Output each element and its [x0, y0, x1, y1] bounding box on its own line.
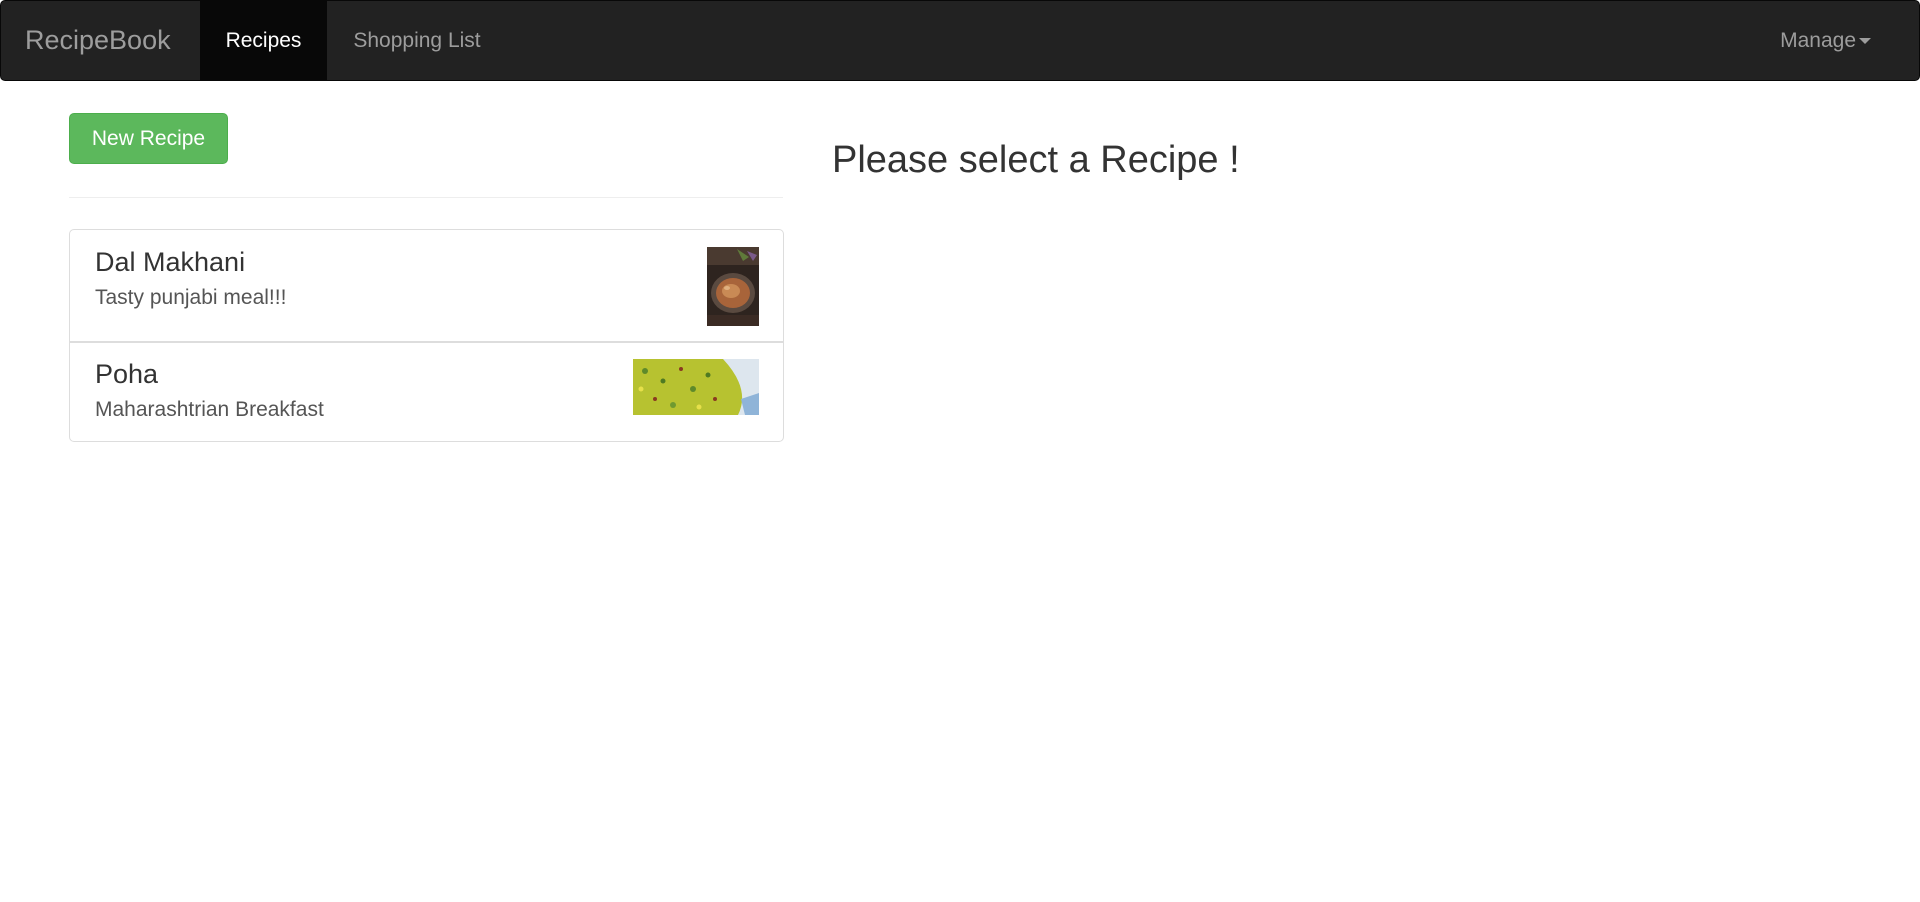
nav-shopping-list[interactable]: Shopping List — [327, 1, 507, 80]
recipe-name: Poha — [95, 359, 159, 389]
recipe-list-item[interactable]: Dal Makhani Tasty punjabi meal!!! — [69, 229, 784, 342]
manage-dropdown[interactable]: Manage — [1780, 1, 1871, 80]
recipe-description: Maharashtrian Breakfast — [95, 398, 324, 421]
manage-label: Manage — [1780, 29, 1856, 52]
navbar: RecipeBook Recipes Shopping List Manage — [0, 0, 1920, 81]
recipe-name: Dal Makhani — [95, 247, 246, 277]
recipe-list-item[interactable]: Poha Maharashtrian Breakfast — [69, 342, 784, 442]
dal-makhani-image — [707, 247, 759, 326]
divider — [69, 197, 783, 198]
caret-down-icon — [1859, 38, 1871, 45]
brand-link[interactable]: RecipeBook — [25, 1, 171, 80]
recipe-description: Tasty punjabi meal!!! — [95, 286, 287, 309]
new-recipe-button[interactable]: New Recipe — [69, 113, 228, 164]
poha-image — [633, 359, 759, 415]
select-recipe-message: Please select a Recipe ! — [832, 139, 1240, 181]
nav-recipes[interactable]: Recipes — [200, 1, 327, 80]
